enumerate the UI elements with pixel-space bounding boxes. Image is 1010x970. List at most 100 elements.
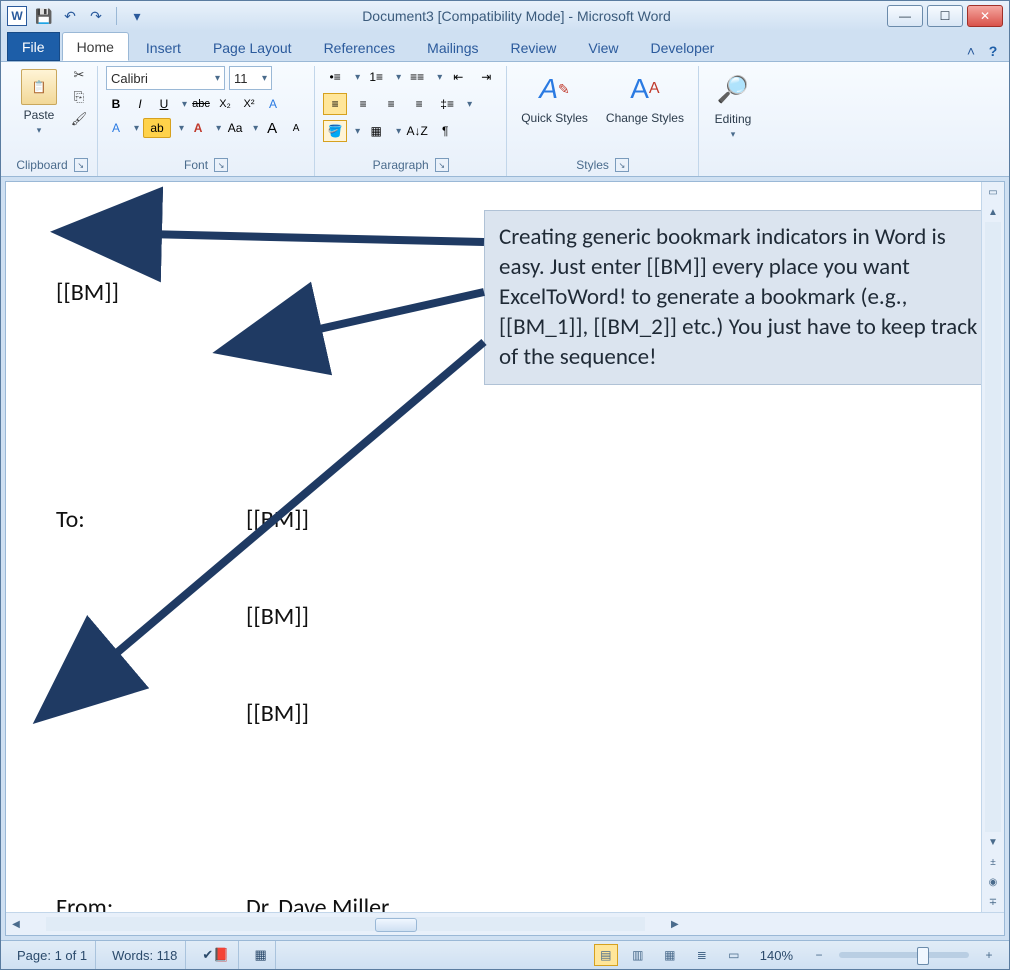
clipboard-dialog-launcher[interactable]: ↘ xyxy=(74,158,88,172)
prev-page-icon[interactable]: ± xyxy=(983,852,1003,872)
scroll-right-icon[interactable]: ▶ xyxy=(665,914,685,934)
numbering-icon[interactable]: 1≡ xyxy=(364,66,388,88)
fullscreen-reading-view-icon[interactable]: ▥ xyxy=(626,944,650,966)
from-label[interactable]: From: xyxy=(56,892,246,912)
hscroll-thumb[interactable] xyxy=(375,918,417,932)
help-icon[interactable]: ? xyxy=(983,41,1003,61)
styles-dialog-launcher[interactable]: ↘ xyxy=(615,158,629,172)
italic-button[interactable]: I xyxy=(130,97,150,111)
underline-button[interactable]: U xyxy=(154,97,174,111)
browse-object-icon[interactable]: ◉ xyxy=(983,872,1003,892)
tab-home[interactable]: Home xyxy=(62,32,129,61)
tab-page-layout[interactable]: Page Layout xyxy=(198,33,307,61)
subscript-button[interactable]: X₂ xyxy=(215,98,235,110)
scroll-left-icon[interactable]: ◀ xyxy=(6,914,26,934)
quick-styles-button[interactable]: A✎ Quick Styles xyxy=(515,66,594,128)
increase-indent-icon[interactable]: ⇥ xyxy=(474,66,498,88)
paste-label: Paste xyxy=(24,108,55,122)
status-page[interactable]: Page: 1 of 1 xyxy=(9,941,96,969)
editing-button[interactable]: 🔎 Editing ▾ xyxy=(707,66,759,143)
tab-insert[interactable]: Insert xyxy=(131,33,196,61)
close-button[interactable]: ✕ xyxy=(967,5,1003,27)
paste-button[interactable]: 📋 Paste ▾ xyxy=(15,66,63,139)
split-icon[interactable]: ▭ xyxy=(983,182,1003,202)
to-value-2[interactable]: [[BM]] xyxy=(246,601,309,633)
font-color-a-dd[interactable]: ▾ xyxy=(134,123,139,134)
bullets-icon[interactable]: •≡ xyxy=(323,66,347,88)
case-dd[interactable]: ▾ xyxy=(253,123,258,134)
to-label[interactable]: To: xyxy=(56,504,246,536)
proofing-icon[interactable]: ✔📕 xyxy=(194,941,238,969)
zoom-thumb[interactable] xyxy=(917,947,929,965)
tab-file[interactable]: File xyxy=(7,32,60,61)
zoom-in-button[interactable]: + xyxy=(977,944,1001,966)
tab-references[interactable]: References xyxy=(309,33,411,61)
next-page-icon[interactable]: ∓ xyxy=(983,892,1003,912)
highlight-dd[interactable]: ▾ xyxy=(179,123,184,134)
minimize-button[interactable]: — xyxy=(887,5,923,27)
format-painter-icon[interactable]: 🖌 xyxy=(69,110,89,128)
to-value-3[interactable]: [[BM]] xyxy=(246,698,309,730)
highlight-button[interactable]: ab xyxy=(143,118,171,138)
tab-developer[interactable]: Developer xyxy=(636,33,730,61)
undo-icon[interactable]: ↶ xyxy=(61,7,79,25)
vertical-scrollbar[interactable]: ▭ ▲ ▼ ± ◉ ∓ xyxy=(981,182,1004,912)
scroll-up-icon[interactable]: ▲ xyxy=(983,202,1003,222)
hscroll-track[interactable] xyxy=(46,917,645,931)
change-case-button[interactable]: Aa xyxy=(225,119,245,137)
tab-view[interactable]: View xyxy=(573,33,633,61)
redo-icon[interactable]: ↷ xyxy=(87,7,105,25)
font-color-dd[interactable]: ▾ xyxy=(216,123,221,134)
shading-icon[interactable]: 🪣 xyxy=(323,120,347,142)
paragraph-dialog-launcher[interactable]: ↘ xyxy=(435,158,449,172)
scroll-down-icon[interactable]: ▼ xyxy=(983,832,1003,852)
macro-rec-icon[interactable]: ▦ xyxy=(247,941,276,969)
justify-icon[interactable]: ≡ xyxy=(407,93,431,115)
font-name-combo[interactable]: Calibri▾ xyxy=(106,66,225,90)
to-value-1[interactable]: [[BM]] xyxy=(246,504,309,536)
copy-icon[interactable]: ⎘ xyxy=(69,88,89,106)
grow-font-button[interactable]: A xyxy=(262,119,282,137)
outline-view-icon[interactable]: ≣ xyxy=(690,944,714,966)
instruction-callout: Creating generic bookmark indicators in … xyxy=(484,210,994,385)
web-layout-view-icon[interactable]: ▦ xyxy=(658,944,682,966)
maximize-button[interactable]: ☐ xyxy=(927,5,963,27)
align-left-icon[interactable]: ≡ xyxy=(323,93,347,115)
change-styles-button[interactable]: AA Change Styles xyxy=(600,66,690,128)
align-center-icon[interactable]: ≡ xyxy=(351,93,375,115)
from-value-1[interactable]: Dr. Dave Miller xyxy=(246,892,389,912)
line-spacing-icon[interactable]: ‡≡ xyxy=(435,93,459,115)
text-effects-icon[interactable]: A xyxy=(263,95,283,113)
status-words[interactable]: Words: 118 xyxy=(104,941,186,969)
minimize-ribbon-icon[interactable]: ˄ xyxy=(961,41,981,61)
underline-dd-icon[interactable]: ▾ xyxy=(182,99,187,110)
font-color-button[interactable]: A xyxy=(188,119,208,137)
tab-mailings[interactable]: Mailings xyxy=(412,33,493,61)
show-hide-icon[interactable]: ¶ xyxy=(433,120,457,142)
tab-review[interactable]: Review xyxy=(496,33,572,61)
borders-icon[interactable]: ▦ xyxy=(364,120,388,142)
cut-icon[interactable]: ✂ xyxy=(69,66,89,84)
clipboard-icon: 📋 xyxy=(21,69,57,105)
superscript-button[interactable]: X² xyxy=(239,98,259,110)
save-icon[interactable]: 💾 xyxy=(35,7,53,25)
strike-button[interactable]: abc xyxy=(191,98,211,110)
draft-view-icon[interactable]: ▭ xyxy=(722,944,746,966)
align-right-icon[interactable]: ≡ xyxy=(379,93,403,115)
qat-customize-icon[interactable]: ▾ xyxy=(128,7,146,25)
scroll-track[interactable] xyxy=(985,222,1001,832)
multilevel-icon[interactable]: ≡≡ xyxy=(405,66,429,88)
zoom-level[interactable]: 140% xyxy=(760,948,793,963)
zoom-out-button[interactable]: − xyxy=(807,944,831,966)
font-color-a-icon[interactable]: A xyxy=(106,119,126,137)
document-viewport[interactable]: [[BM]] To:[[BM]] [[BM]] [[BM]] From:Dr. … xyxy=(6,182,1004,912)
zoom-slider[interactable] xyxy=(839,952,969,958)
font-size-combo[interactable]: 11▾ xyxy=(229,66,272,90)
font-dialog-launcher[interactable]: ↘ xyxy=(214,158,228,172)
shrink-font-button[interactable]: A xyxy=(286,119,306,137)
bold-button[interactable]: B xyxy=(106,97,126,111)
print-layout-view-icon[interactable]: ▤ xyxy=(594,944,618,966)
horizontal-scrollbar[interactable]: ◀ ▶ xyxy=(6,912,1004,935)
sort-icon[interactable]: A↓Z xyxy=(405,120,429,142)
decrease-indent-icon[interactable]: ⇤ xyxy=(446,66,470,88)
